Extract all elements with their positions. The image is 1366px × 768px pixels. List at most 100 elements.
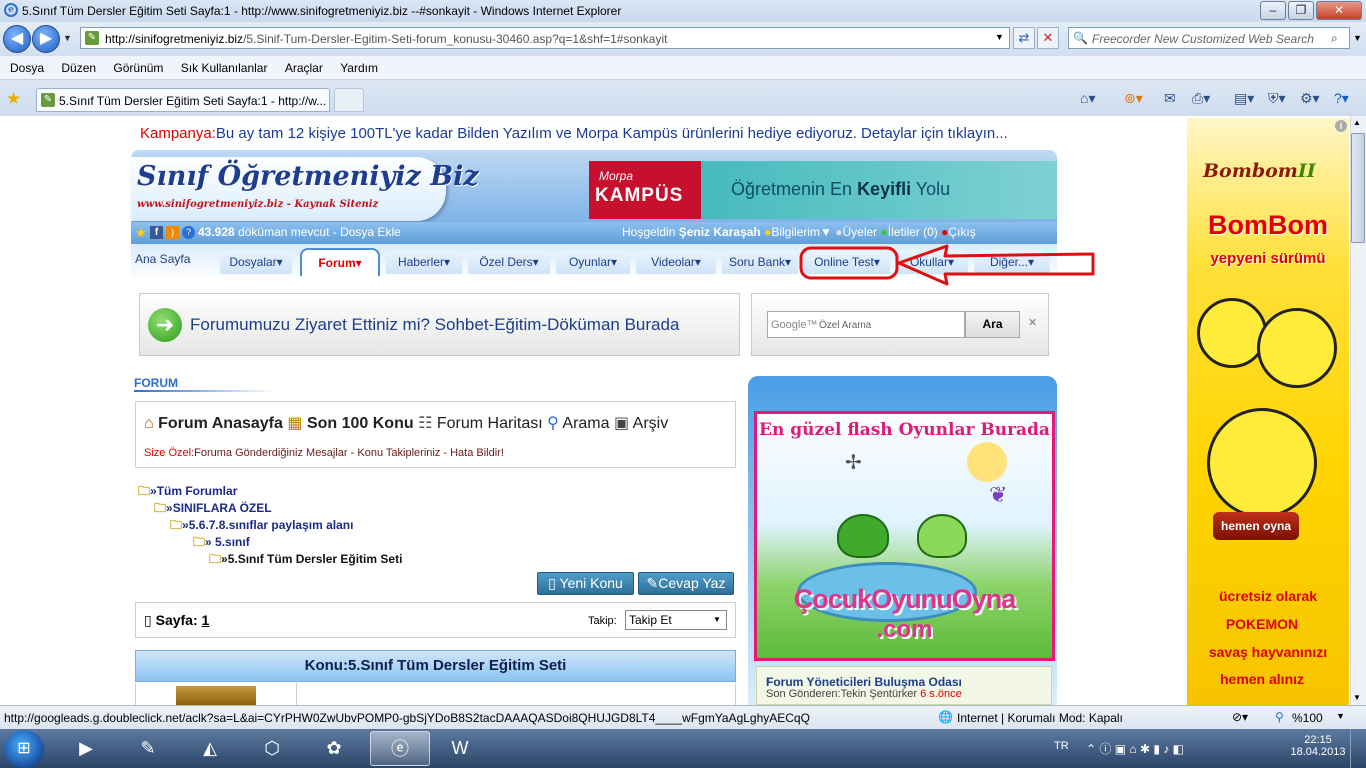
taskbar-network-icon[interactable]: ◭ — [182, 731, 238, 766]
link-forum-map[interactable]: Forum Haritası — [437, 415, 543, 432]
search-options-icon[interactable]: ▼ — [1353, 33, 1362, 43]
morpa-banner[interactable]: Morpa KAMPÜS Öğretmenin En Keyifli Yolu — [589, 161, 1057, 219]
minimize-button[interactable]: ‒ — [1260, 1, 1286, 20]
page-1-link[interactable]: 1 — [202, 612, 210, 628]
nav-home[interactable]: Ana Sayfa — [135, 252, 190, 266]
search-box[interactable]: 🔍 Freecorder New Customized Web Search ⌕ — [1068, 27, 1350, 49]
site-logo[interactable]: Sınıf Öğretmeniyiz Biz www.sinifogretmen… — [131, 157, 479, 221]
new-topic-button[interactable]: ▯ Yeni Konu — [537, 572, 634, 595]
home-icon[interactable]: ⌂▾ — [1080, 90, 1095, 107]
nav-question-bank[interactable]: Soru Bank▾ — [722, 250, 798, 274]
nav-videos[interactable]: Videolar▾ — [636, 250, 716, 274]
menu-tools[interactable]: Araçlar — [285, 61, 323, 75]
stop-icon[interactable]: ✕ — [1037, 27, 1059, 49]
taskbar-ie-icon[interactable]: ⓔ — [370, 731, 430, 766]
frog-icon — [837, 514, 889, 558]
doc-count-text[interactable]: 43.928 döküman mevcut - Dosya Ekle — [198, 225, 401, 239]
special-text[interactable]: Foruma Gönderdiğiniz Mesajlar - Konu Tak… — [194, 447, 504, 459]
ad-info-icon[interactable]: i — [1335, 120, 1347, 132]
help-icon[interactable]: ?▾ — [1334, 90, 1349, 107]
taskbar-palette-icon[interactable]: ✿ — [306, 731, 362, 766]
flash-games-ad[interactable]: En güzel flash Oyunlar Burada ❦ ✢ ÇocukO… — [754, 411, 1055, 661]
nav-news[interactable]: Haberler▾ — [386, 250, 462, 274]
clock[interactable]: 22:15 18.04.2013 — [1290, 734, 1346, 758]
ad-title: En güzel flash Oyunlar Burada — [759, 420, 1050, 440]
nav-files[interactable]: Dosyalar▾ — [220, 250, 292, 274]
scroll-down-icon[interactable]: ▼ — [1353, 693, 1361, 702]
print-icon[interactable]: ⎙▾ — [1192, 90, 1210, 107]
reply-button[interactable]: ✎Cevap Yaz — [638, 572, 734, 595]
back-button[interactable]: ◀ — [3, 25, 31, 53]
forward-button[interactable]: ▶ — [32, 25, 60, 53]
scroll-thumb[interactable] — [1351, 133, 1365, 243]
link-archive[interactable]: Arşiv — [633, 415, 669, 432]
link-messages[interactable]: İletiler (0) — [888, 225, 938, 239]
red-annotation-arrow — [799, 244, 1095, 286]
rss-icon[interactable]: ) — [166, 226, 179, 239]
mail-icon[interactable]: ✉ — [1164, 90, 1176, 107]
tab-active[interactable]: ✎ 5.Sınıf Tüm Dersler Eğitim Seti Sayfa:… — [36, 88, 330, 112]
taskbar-media-player-icon[interactable]: ▶ — [58, 731, 114, 766]
history-dropdown-icon[interactable]: ▼ — [63, 33, 72, 43]
link-members[interactable]: Üyeler — [843, 225, 878, 239]
taskbar-paint-icon[interactable]: ✎ — [120, 731, 176, 766]
nav-forum[interactable]: Forum▾ — [300, 248, 380, 276]
play-now-button[interactable]: hemen oyna — [1213, 512, 1299, 540]
link-last-100[interactable]: Son 100 Konu — [307, 415, 414, 432]
welcome-user[interactable]: Şeniz Karaşah — [679, 225, 761, 239]
google-close-icon[interactable]: ✕ — [1028, 316, 1037, 329]
taskbar-app-icon[interactable]: ⬡ — [244, 731, 300, 766]
favorites-star-icon[interactable]: ★ — [6, 89, 21, 109]
close-button[interactable]: ✕ — [1316, 1, 1362, 20]
folder-icon: 🗀 — [138, 484, 151, 498]
menu-edit[interactable]: Düzen — [61, 61, 96, 75]
menu-favorites[interactable]: Sık Kullanılanlar — [181, 61, 268, 75]
tree-item-current-topic[interactable]: 🗀»5.Sınıf Tüm Dersler Eğitim Seti — [209, 550, 402, 571]
google-search-button[interactable]: Ara — [965, 311, 1020, 338]
menu-view[interactable]: Görünüm — [113, 61, 163, 75]
google-search-input[interactable]: Google™ Özel Arama — [767, 311, 965, 338]
link-info[interactable]: Bilgilerim▼ — [771, 225, 832, 239]
nav-private-lesson[interactable]: Özel Ders▾ — [468, 250, 550, 274]
status-bar: http://googleads.g.doubleclick.net/aclk?… — [0, 705, 1366, 729]
language-indicator[interactable]: TR — [1054, 740, 1069, 752]
zoom-icon[interactable]: ⚲ — [1275, 710, 1284, 724]
tools-gear-icon[interactable]: ⚙▾ — [1300, 90, 1320, 107]
star-icon[interactable]: ★ — [135, 225, 147, 241]
maximize-button[interactable]: ❐ — [1288, 1, 1314, 20]
refresh-icon[interactable]: ⇄ — [1013, 27, 1035, 49]
scroll-up-icon[interactable]: ▲ — [1353, 118, 1361, 127]
start-button[interactable]: ⊞ — [4, 730, 44, 768]
folder-icon: 🗀 — [209, 552, 222, 566]
menu-help[interactable]: Yardım — [340, 61, 378, 75]
menu-file[interactable]: Dosya — [10, 61, 44, 75]
moderators-room[interactable]: • Forum Yöneticileri Buluşma Odası Son G… — [756, 666, 1052, 705]
search-icon[interactable]: ⌕ — [1331, 31, 1338, 46]
help-circle-icon[interactable]: ? — [182, 226, 195, 239]
zoom-dropdown-icon[interactable]: ▼ — [1336, 711, 1345, 721]
link-logout[interactable]: Çıkış — [948, 225, 975, 239]
safety-icon[interactable]: ⛨▾ — [1268, 90, 1286, 107]
taskbar-word-icon[interactable]: W — [432, 731, 488, 766]
feeds-icon[interactable]: ⊚▾ — [1124, 90, 1143, 107]
zoom-level[interactable]: %100 — [1292, 711, 1323, 725]
show-desktop-button[interactable] — [1350, 729, 1366, 768]
arrow-right-icon: ➜ — [148, 308, 182, 342]
facebook-icon[interactable]: f — [150, 226, 163, 239]
campaign-banner[interactable]: Kampanya:Bu ay tam 12 kişiye 100TL'ye ka… — [140, 125, 1008, 142]
follow-select[interactable]: Takip Et ▼ — [625, 610, 727, 630]
visit-forum-banner[interactable]: ➜ Forumumuzu Ziyaret Ettiniz mi? Sohbet-… — [139, 293, 740, 356]
pencil-icon: ✎ — [646, 575, 659, 591]
new-tab-button[interactable] — [334, 88, 364, 112]
bombom-ad[interactable]: i BombomII BomBom yepyeni sürümü hemen o… — [1187, 118, 1349, 705]
link-search[interactable]: Arama — [562, 415, 609, 432]
address-bar[interactable]: ✎ http://sinifogretmeniyiz.biz/5.Sinif-T… — [80, 27, 1010, 49]
morpa-logo: Morpa KAMPÜS — [589, 161, 701, 219]
page-icon[interactable]: ▤▾ — [1234, 90, 1254, 107]
tray-icons[interactable]: ⌃ ⓘ ▣ ⌂ ✱ ▮ ♪ ◧ — [1086, 740, 1184, 757]
protected-mode-icon[interactable]: ⊘▾ — [1232, 710, 1248, 724]
nav-games[interactable]: Oyunlar▾ — [556, 250, 630, 274]
special-links: Size Özel:Foruma Gönderdiğiniz Mesajlar … — [144, 447, 504, 459]
address-dropdown-icon[interactable]: ▼ — [995, 32, 1004, 42]
link-forum-home[interactable]: Forum Anasayfa — [158, 415, 283, 432]
